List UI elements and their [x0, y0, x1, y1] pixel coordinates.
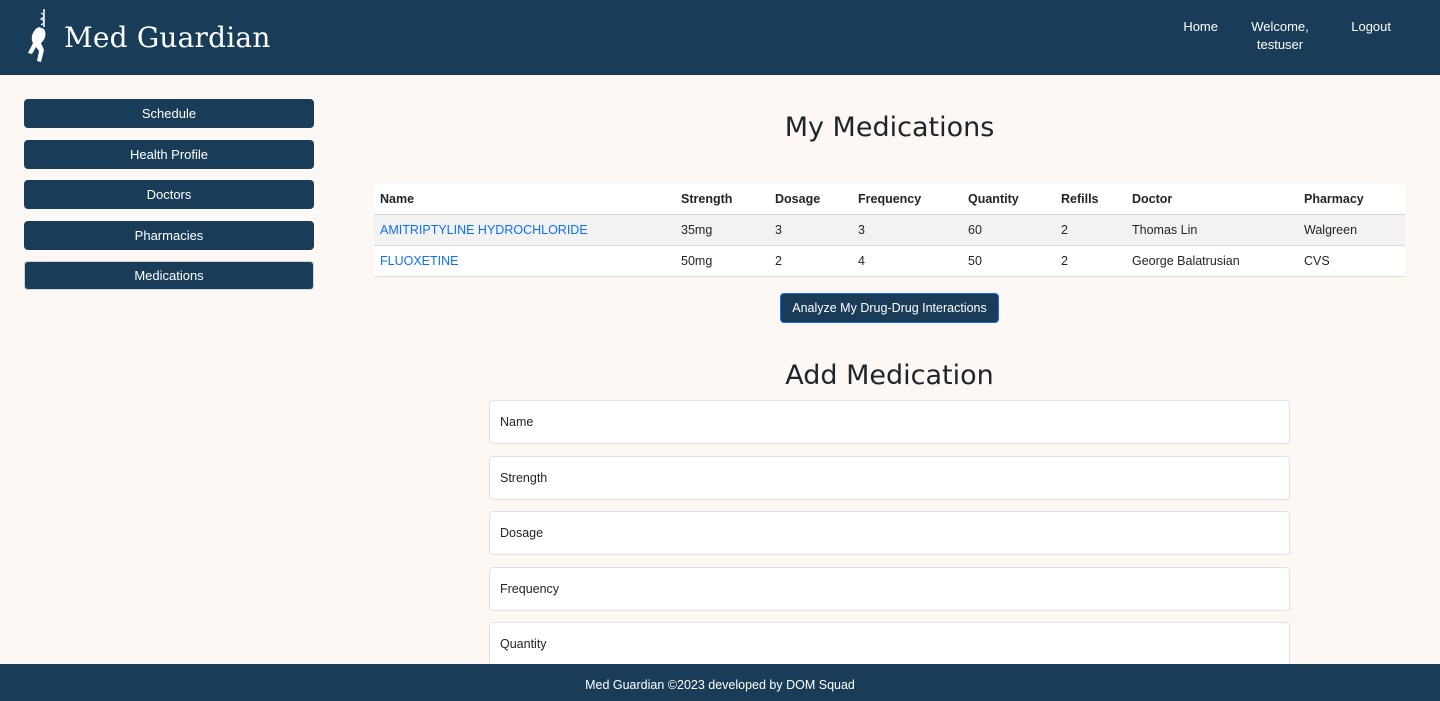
nav-home-link[interactable]: Home [1183, 18, 1218, 36]
column-header-refills: Refills [1055, 184, 1126, 215]
medications-table: Name Strength Dosage Frequency Quantity … [374, 184, 1405, 277]
medication-strength: 35mg [675, 214, 769, 246]
table-row: AMITRIPTYLINE HYDROCHLORIDE 35mg 3 3 60 … [374, 214, 1405, 246]
medication-pharmacy: Walgreen [1298, 214, 1405, 246]
brand-link[interactable]: Med Guardian [24, 7, 271, 68]
medication-quantity: 50 [962, 245, 1055, 277]
sidebar-item-medications[interactable]: Medications [24, 261, 314, 290]
medication-strength-field[interactable] [489, 455, 1290, 500]
sidebar: Schedule Health Profile Doctors Pharmaci… [24, 99, 314, 302]
medication-dosage: 3 [769, 214, 852, 246]
table-row: FLUOXETINE 50mg 2 4 50 2 George Balatrus… [374, 245, 1405, 277]
page-title: My Medications [784, 112, 995, 143]
medication-frequency: 3 [852, 214, 962, 246]
medication-refills: 2 [1055, 214, 1126, 246]
column-header-pharmacy: Pharmacy [1298, 184, 1405, 215]
nav-welcome: Welcome, testuser [1240, 18, 1320, 54]
medication-quantity: 60 [962, 214, 1055, 246]
medication-frequency-field[interactable] [489, 566, 1290, 611]
column-header-name: Name [374, 184, 675, 215]
caduceus-runner-icon [24, 7, 54, 68]
medication-name-link[interactable]: AMITRIPTYLINE HYDROCHLORIDE [380, 223, 588, 237]
column-header-frequency: Frequency [852, 184, 962, 215]
analyze-interactions-button[interactable]: Analyze My Drug-Drug Interactions [780, 293, 999, 323]
medication-dosage: 2 [769, 245, 852, 277]
column-header-dosage: Dosage [769, 184, 852, 215]
sidebar-item-schedule[interactable]: Schedule [24, 99, 314, 128]
medication-refills: 2 [1055, 245, 1126, 277]
sidebar-item-pharmacies[interactable]: Pharmacies [24, 220, 314, 250]
username: testuser [1256, 37, 1304, 52]
medication-name-field[interactable] [489, 400, 1290, 444]
medication-name-link[interactable]: FLUOXETINE [380, 254, 459, 268]
medication-dosage-field[interactable] [489, 511, 1290, 555]
medication-doctor: George Balatrusian [1126, 245, 1298, 277]
medication-doctor: Thomas Lin [1126, 214, 1298, 246]
sidebar-item-health-profile[interactable]: Health Profile [24, 139, 314, 169]
welcome-text: Welcome, [1251, 19, 1309, 34]
add-medication-form [489, 400, 1290, 678]
column-header-quantity: Quantity [962, 184, 1055, 215]
column-header-strength: Strength [675, 184, 769, 215]
top-navbar: Med Guardian Home Welcome, testuser Logo… [0, 0, 1440, 75]
brand-name: Med Guardian [64, 21, 271, 54]
table-header-row: Name Strength Dosage Frequency Quantity … [374, 184, 1405, 215]
sidebar-item-doctors[interactable]: Doctors [24, 180, 314, 209]
medication-quantity-field[interactable] [489, 622, 1290, 666]
add-medication-title: Add Medication [785, 360, 994, 391]
medication-strength: 50mg [675, 245, 769, 277]
medication-frequency: 4 [852, 245, 962, 277]
medication-pharmacy: CVS [1298, 245, 1405, 277]
footer-text: Med Guardian ©2023 developed by DOM Squa… [585, 678, 855, 692]
footer: Med Guardian ©2023 developed by DOM Squa… [0, 664, 1440, 701]
nav-logout-link[interactable]: Logout [1351, 18, 1391, 36]
column-header-doctor: Doctor [1126, 184, 1298, 215]
